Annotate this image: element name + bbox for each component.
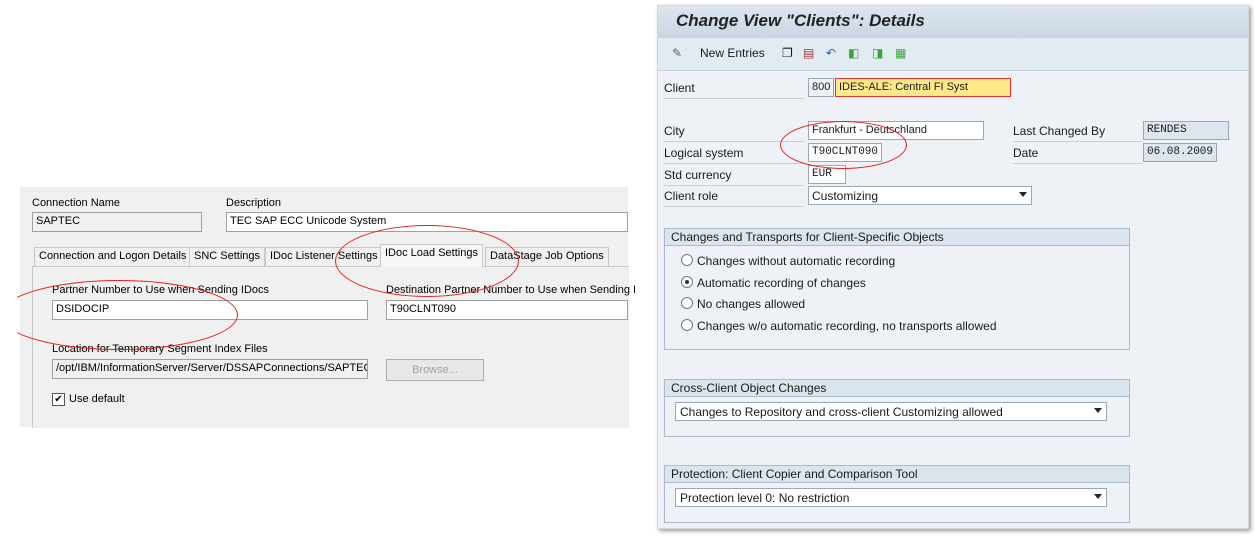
description-field[interactable]: TEC SAP ECC Unicode System bbox=[226, 212, 628, 232]
chevron-down-icon bbox=[1094, 408, 1102, 413]
dropdown-value: Changes to Repository and cross-client C… bbox=[680, 405, 1003, 419]
radio-icon bbox=[681, 319, 693, 331]
partner-number-label: Partner Number to Use when Sending IDocs bbox=[52, 284, 270, 296]
use-default-checkbox[interactable]: ✔ bbox=[52, 393, 65, 406]
dest-partner-label: Destination Partner Number to Use when S… bbox=[386, 284, 637, 296]
tab-connection-logon[interactable]: Connection and Logon Details bbox=[34, 247, 192, 266]
currency-field[interactable]: EUR bbox=[808, 165, 846, 184]
radio-no-changes[interactable]: No changes allowed bbox=[681, 297, 805, 311]
group-changes-transports: Changes and Transports for Client-Specif… bbox=[664, 228, 1130, 350]
last-changed-field: RENDES bbox=[1143, 121, 1229, 140]
location-label: Location for Temporary Segment Index Fil… bbox=[52, 343, 268, 355]
use-default-label: Use default bbox=[69, 393, 125, 405]
radio-icon bbox=[681, 254, 693, 266]
radio-icon bbox=[681, 297, 693, 309]
tab-idoc-listener[interactable]: IDoc Listener Settings bbox=[265, 247, 383, 266]
logical-system-label: Logical system bbox=[664, 146, 804, 164]
dropdown-value: Protection level 0: No restriction bbox=[680, 491, 850, 505]
select-all-icon[interactable]: ▦ bbox=[895, 46, 909, 60]
connection-name-field[interactable]: SAPTEC bbox=[32, 212, 202, 232]
new-entries-button[interactable]: New Entries bbox=[700, 46, 765, 60]
radio-label: Automatic recording of changes bbox=[697, 276, 866, 290]
logical-system-field[interactable]: T90CLNT090 bbox=[808, 143, 882, 162]
client-role-dropdown[interactable]: Customizing bbox=[808, 186, 1032, 205]
radio-auto-recording[interactable]: Automatic recording of changes bbox=[681, 276, 866, 290]
tab-snc-settings[interactable]: SNC Settings bbox=[189, 247, 266, 266]
display-change-icon[interactable]: ✎ bbox=[672, 46, 686, 60]
delete-icon[interactable]: ▤ bbox=[803, 46, 817, 60]
window-title: Change View "Clients": Details bbox=[658, 6, 1248, 38]
date-field: 06.08.2009 bbox=[1143, 143, 1217, 162]
group-title: Changes and Transports for Client-Specif… bbox=[665, 229, 1129, 246]
city-field[interactable]: Frankfurt - Deutschland bbox=[808, 121, 984, 140]
group-cross-client: Cross-Client Object Changes Changes to R… bbox=[664, 379, 1130, 437]
cross-client-dropdown[interactable]: Changes to Repository and cross-client C… bbox=[675, 402, 1107, 421]
tab-datastage-job-options[interactable]: DataStage Job Options bbox=[485, 247, 609, 266]
radio-no-auto-recording[interactable]: Changes without automatic recording bbox=[681, 254, 895, 268]
client-name-field[interactable]: IDES-ALE: Central FI Syst bbox=[835, 78, 1011, 97]
dest-partner-input[interactable]: T90CLNT090 bbox=[386, 300, 628, 320]
group-title: Cross-Client Object Changes bbox=[665, 380, 1129, 397]
currency-label: Std currency bbox=[664, 168, 804, 186]
radio-label: Changes without automatic recording bbox=[697, 254, 896, 268]
previous-entry-icon[interactable]: ◧ bbox=[848, 46, 862, 60]
description-label: Description bbox=[226, 197, 282, 209]
datastage-connection-dialog: Connection Name SAPTEC Description TEC S… bbox=[20, 187, 636, 428]
browse-button[interactable]: Browse... bbox=[386, 359, 484, 381]
tab-idoc-load-settings[interactable]: IDoc Load Settings bbox=[380, 244, 483, 267]
sap-change-view-window: Change View "Clients": Details ✎ New Ent… bbox=[657, 5, 1249, 529]
chevron-down-icon bbox=[1094, 494, 1102, 499]
client-role-value: Customizing bbox=[812, 189, 879, 203]
location-input[interactable]: /opt/IBM/InformationServer/Server/DSSAPC… bbox=[52, 359, 368, 379]
client-label: Client bbox=[664, 81, 804, 99]
client-role-label: Client role bbox=[664, 189, 804, 207]
city-label: City bbox=[664, 124, 804, 142]
connection-name-label: Connection Name bbox=[32, 197, 121, 209]
client-number-field: 800 bbox=[808, 78, 834, 97]
last-changed-label: Last Changed By bbox=[1013, 124, 1143, 142]
copy-icon[interactable]: ❐ bbox=[782, 46, 796, 60]
group-title: Protection: Client Copier and Comparison… bbox=[665, 466, 1129, 483]
undo-icon[interactable]: ↶ bbox=[826, 46, 840, 60]
date-label: Date bbox=[1013, 146, 1143, 164]
radio-no-transports[interactable]: Changes w/o automatic recording, no tran… bbox=[681, 319, 997, 333]
next-entry-icon[interactable]: ◨ bbox=[872, 46, 886, 60]
group-protection: Protection: Client Copier and Comparison… bbox=[664, 465, 1130, 523]
protection-dropdown[interactable]: Protection level 0: No restriction bbox=[675, 488, 1107, 507]
chevron-down-icon bbox=[1019, 192, 1027, 197]
radio-label: No changes allowed bbox=[697, 297, 806, 311]
radio-selected-icon bbox=[681, 276, 693, 288]
radio-label: Changes w/o automatic recording, no tran… bbox=[697, 319, 997, 333]
partner-number-input[interactable]: DSIDOCIP bbox=[52, 300, 368, 320]
toolbar: ✎ New Entries ❐ ▤ ↶ ◧ ◨ ▦ bbox=[658, 38, 1248, 71]
